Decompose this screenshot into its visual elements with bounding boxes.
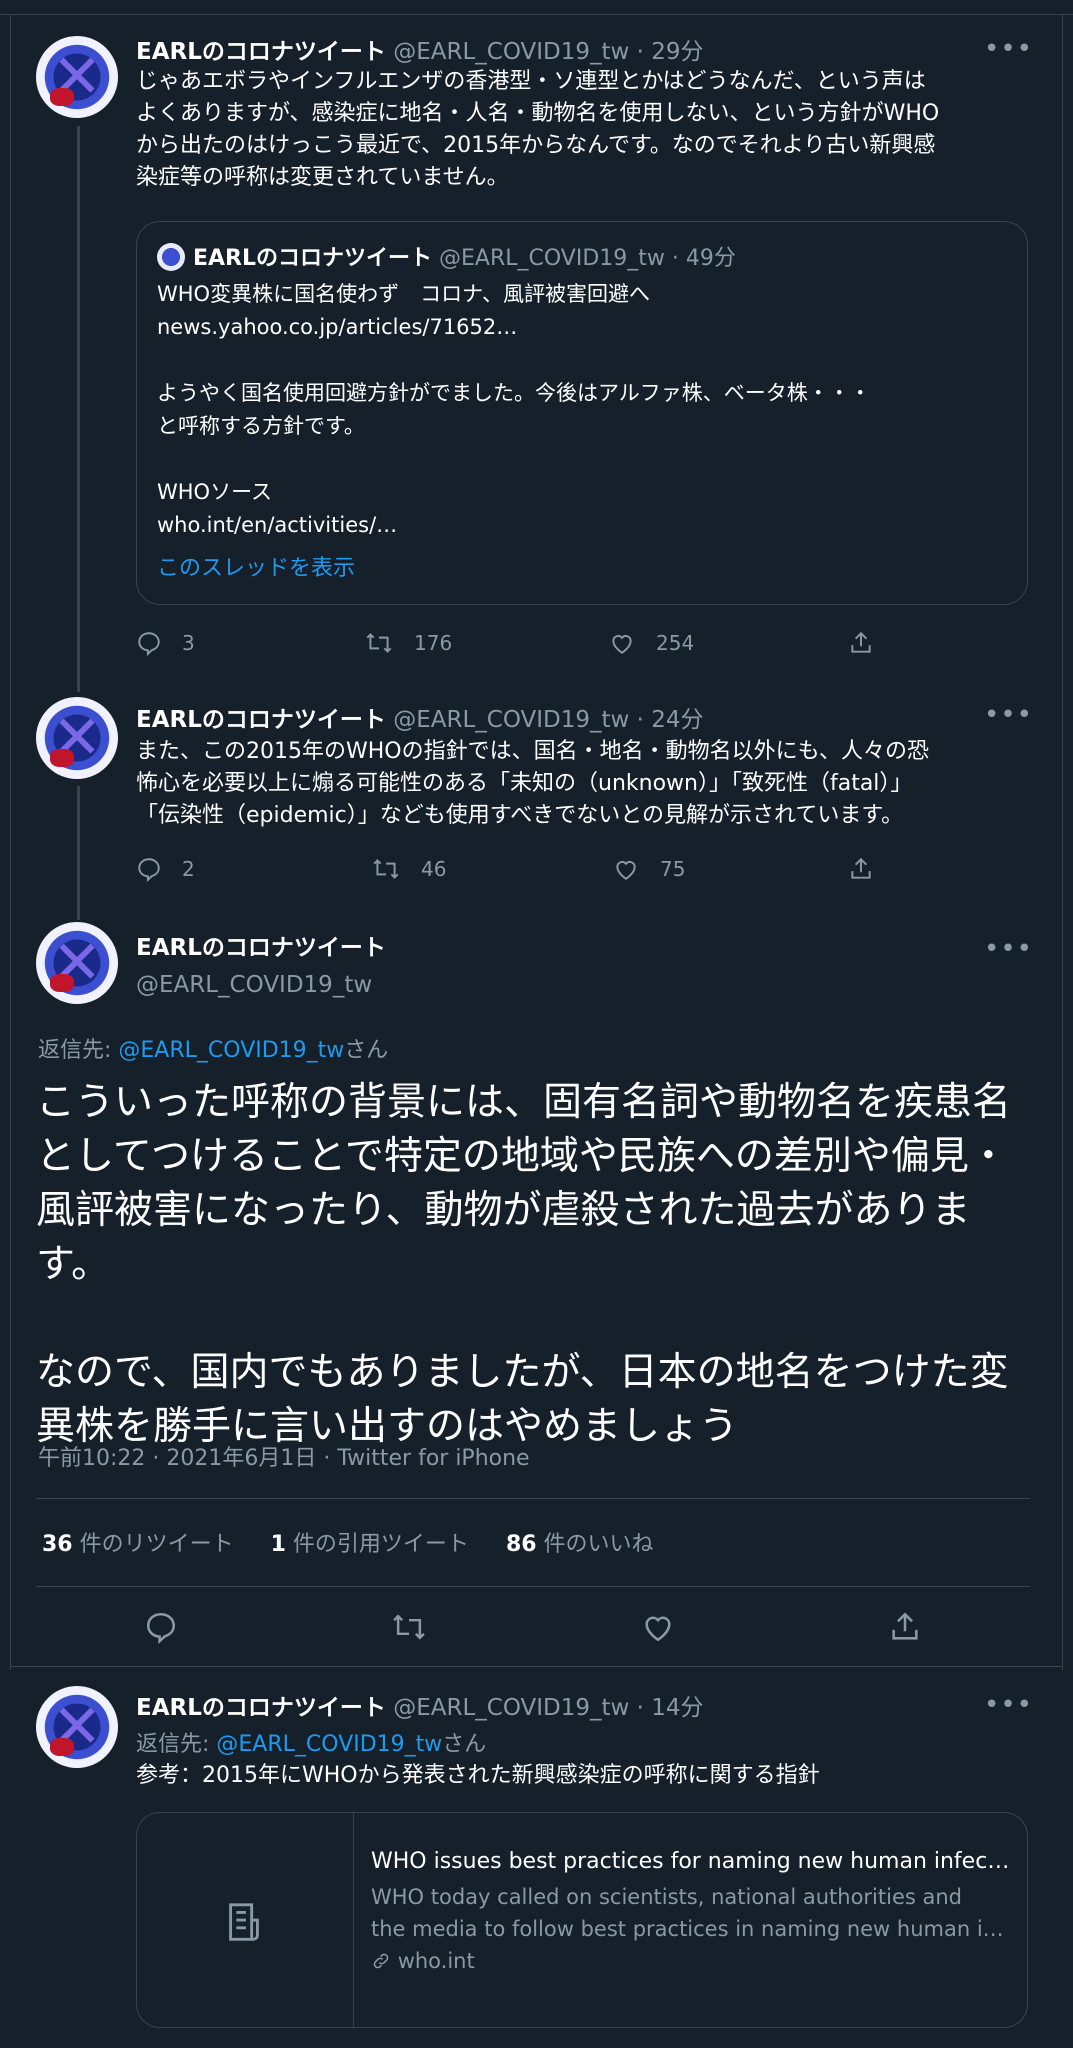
card-title: WHO issues best practices for naming new… bbox=[371, 1849, 1011, 1874]
divider bbox=[10, 1666, 1063, 1667]
link-card[interactable]: WHO issues best practices for naming new… bbox=[136, 1812, 1028, 2028]
display-name[interactable]: EARLのコロナツイート bbox=[136, 39, 386, 65]
divider bbox=[36, 1498, 1030, 1499]
reply-icon bbox=[138, 632, 160, 657]
reply-to-suffix: さん bbox=[442, 1732, 487, 1757]
share-button[interactable] bbox=[848, 630, 894, 656]
card-description-line: the media to follow best practices in na… bbox=[371, 1917, 1011, 1941]
display-name[interactable]: EARLのコロナツイート bbox=[136, 1695, 386, 1721]
card-body: WHO issues best practices for naming new… bbox=[371, 1847, 1011, 1973]
avatar[interactable]: ✕ bbox=[36, 36, 118, 118]
more-icon[interactable]: ••• bbox=[984, 1692, 1033, 1718]
card-domain-text: who.int bbox=[397, 1949, 475, 1973]
more-icon[interactable]: ••• bbox=[984, 36, 1033, 62]
show-thread-link[interactable]: このスレッドを表示 bbox=[157, 550, 355, 582]
like-icon bbox=[616, 861, 636, 880]
avatar[interactable]: ✕ bbox=[36, 922, 118, 1004]
quoted-tweet[interactable]: EARLのコロナツイート @EARL_COVID19_tw · 49分 WHO変… bbox=[136, 221, 1028, 605]
divider bbox=[36, 1586, 1030, 1587]
card-description-line: WHO today called on scientists, national… bbox=[371, 1885, 963, 1909]
retweet-count: 46 bbox=[421, 857, 447, 881]
quoted-tweet-text: WHO変異株に国名使わず コロナ、風評被害回避へ news.yahoo.co.j… bbox=[157, 282, 871, 537]
retweet-icon bbox=[393, 1614, 425, 1640]
retweet-icon bbox=[373, 859, 399, 879]
card-thumbnail bbox=[137, 1813, 354, 2027]
share-button[interactable] bbox=[888, 1610, 922, 1648]
avatar bbox=[157, 243, 185, 271]
tweet-header: EARLのコロナツイート @EARL_COVID19_tw bbox=[136, 928, 386, 998]
like-icon bbox=[612, 635, 632, 654]
tweet-header: EARLのコロナツイート @EARL_COVID19_tw · 24分 bbox=[136, 700, 704, 734]
display-name[interactable]: EARLのコロナツイート bbox=[136, 707, 386, 733]
engagement-stats: 36 件のリツイート 1 件の引用ツイート 86 件のいいね bbox=[42, 1526, 654, 1558]
retweet-count: 176 bbox=[414, 631, 453, 655]
more-icon[interactable]: ••• bbox=[984, 702, 1033, 728]
reply-icon bbox=[146, 1612, 176, 1645]
column-border-right bbox=[1062, 0, 1073, 1670]
display-name: EARLのコロナツイート bbox=[193, 246, 433, 271]
reply-count: 2 bbox=[182, 857, 195, 881]
retweet-stat[interactable]: 36 件のリツイート bbox=[42, 1532, 234, 1557]
reply-to-handle[interactable]: @EARL_COVID19_tw bbox=[216, 1732, 442, 1757]
reply-to: 返信先: @EARL_COVID19_twさん bbox=[38, 1032, 388, 1064]
handle[interactable]: @EARL_COVID19_tw bbox=[136, 972, 386, 998]
share-icon bbox=[892, 1612, 918, 1640]
retweet-button[interactable]: 176 bbox=[364, 630, 452, 656]
retweet-button[interactable]: 46 bbox=[371, 856, 446, 882]
like-stat[interactable]: 86 件のいいね bbox=[506, 1532, 654, 1557]
more-icon[interactable]: ••• bbox=[984, 936, 1033, 962]
like-button[interactable]: 254 bbox=[608, 630, 694, 656]
reply-to-handle[interactable]: @EARL_COVID19_tw bbox=[118, 1038, 344, 1063]
like-count: 254 bbox=[656, 631, 695, 655]
handle-time: @EARL_COVID19_tw · 49分 bbox=[439, 246, 736, 271]
thread-line bbox=[77, 786, 80, 920]
top-divider bbox=[0, 0, 1073, 15]
tweet-text: 参考：2015年にWHOから発表された新興感染症の呼称に関する指針 bbox=[136, 1763, 820, 1788]
avatar[interactable]: ✕ bbox=[36, 1686, 118, 1768]
thread-line bbox=[77, 126, 80, 692]
retweet-icon bbox=[366, 633, 392, 653]
share-button[interactable] bbox=[848, 856, 894, 882]
quoted-tweet-header: EARLのコロナツイート @EARL_COVID19_tw · 49分 bbox=[157, 240, 736, 272]
reply-button[interactable]: 2 bbox=[136, 856, 195, 883]
reply-to-prefix: 返信先: bbox=[38, 1038, 119, 1063]
article-icon bbox=[229, 1903, 259, 1941]
handle-time[interactable]: @EARL_COVID19_tw · 14分 bbox=[393, 1695, 703, 1721]
reply-button[interactable]: 3 bbox=[136, 630, 195, 657]
display-name[interactable]: EARLのコロナツイート bbox=[136, 928, 386, 962]
reply-button[interactable] bbox=[144, 1610, 178, 1648]
like-button[interactable] bbox=[640, 1610, 676, 1648]
column-border-left bbox=[0, 0, 11, 1670]
tweet-text: こういった呼称の背景には、固有名詞や動物名を疾患名 としてつけることで特定の地域… bbox=[36, 1080, 1012, 1449]
like-count: 75 bbox=[660, 857, 686, 881]
handle-time[interactable]: @EARL_COVID19_tw · 24分 bbox=[393, 707, 703, 733]
card-description: WHO today called on scientists, national… bbox=[371, 1881, 1011, 1945]
tweet-header: EARLのコロナツイート @EARL_COVID19_tw · 29分 bbox=[136, 32, 704, 66]
tweet-text: また、この2015年のWHOの指針では、国名・地名・動物名以外にも、人々の恐 怖… bbox=[136, 739, 929, 828]
handle-time[interactable]: @EARL_COVID19_tw · 29分 bbox=[393, 39, 703, 65]
quote-stat[interactable]: 1 件の引用ツイート bbox=[271, 1532, 469, 1557]
reply-count: 3 bbox=[182, 631, 195, 655]
retweet-button[interactable] bbox=[390, 1610, 428, 1648]
card-domain: who.int bbox=[371, 1949, 1011, 1973]
share-icon bbox=[851, 857, 871, 879]
reply-to: 返信先: @EARL_COVID19_twさん bbox=[136, 1726, 486, 1758]
avatar[interactable]: ✕ bbox=[36, 697, 118, 779]
share-icon bbox=[851, 631, 871, 653]
reply-to-suffix: さん bbox=[344, 1038, 389, 1063]
like-icon bbox=[645, 1616, 671, 1642]
like-button[interactable]: 75 bbox=[612, 856, 685, 882]
link-icon bbox=[373, 1953, 389, 1969]
reply-to-prefix: 返信先: bbox=[136, 1732, 217, 1757]
tweet-text: じゃあエボラやインフルエンザの香港型・ソ連型とかはどうなんだ、という声は よくあ… bbox=[136, 69, 940, 190]
tweet-header: EARLのコロナツイート @EARL_COVID19_tw · 14分 bbox=[136, 1688, 704, 1722]
reply-icon bbox=[138, 858, 160, 883]
tweet-timestamp[interactable]: 午前10:22 · 2021年6月1日 · Twitter for iPhone bbox=[38, 1440, 530, 1472]
